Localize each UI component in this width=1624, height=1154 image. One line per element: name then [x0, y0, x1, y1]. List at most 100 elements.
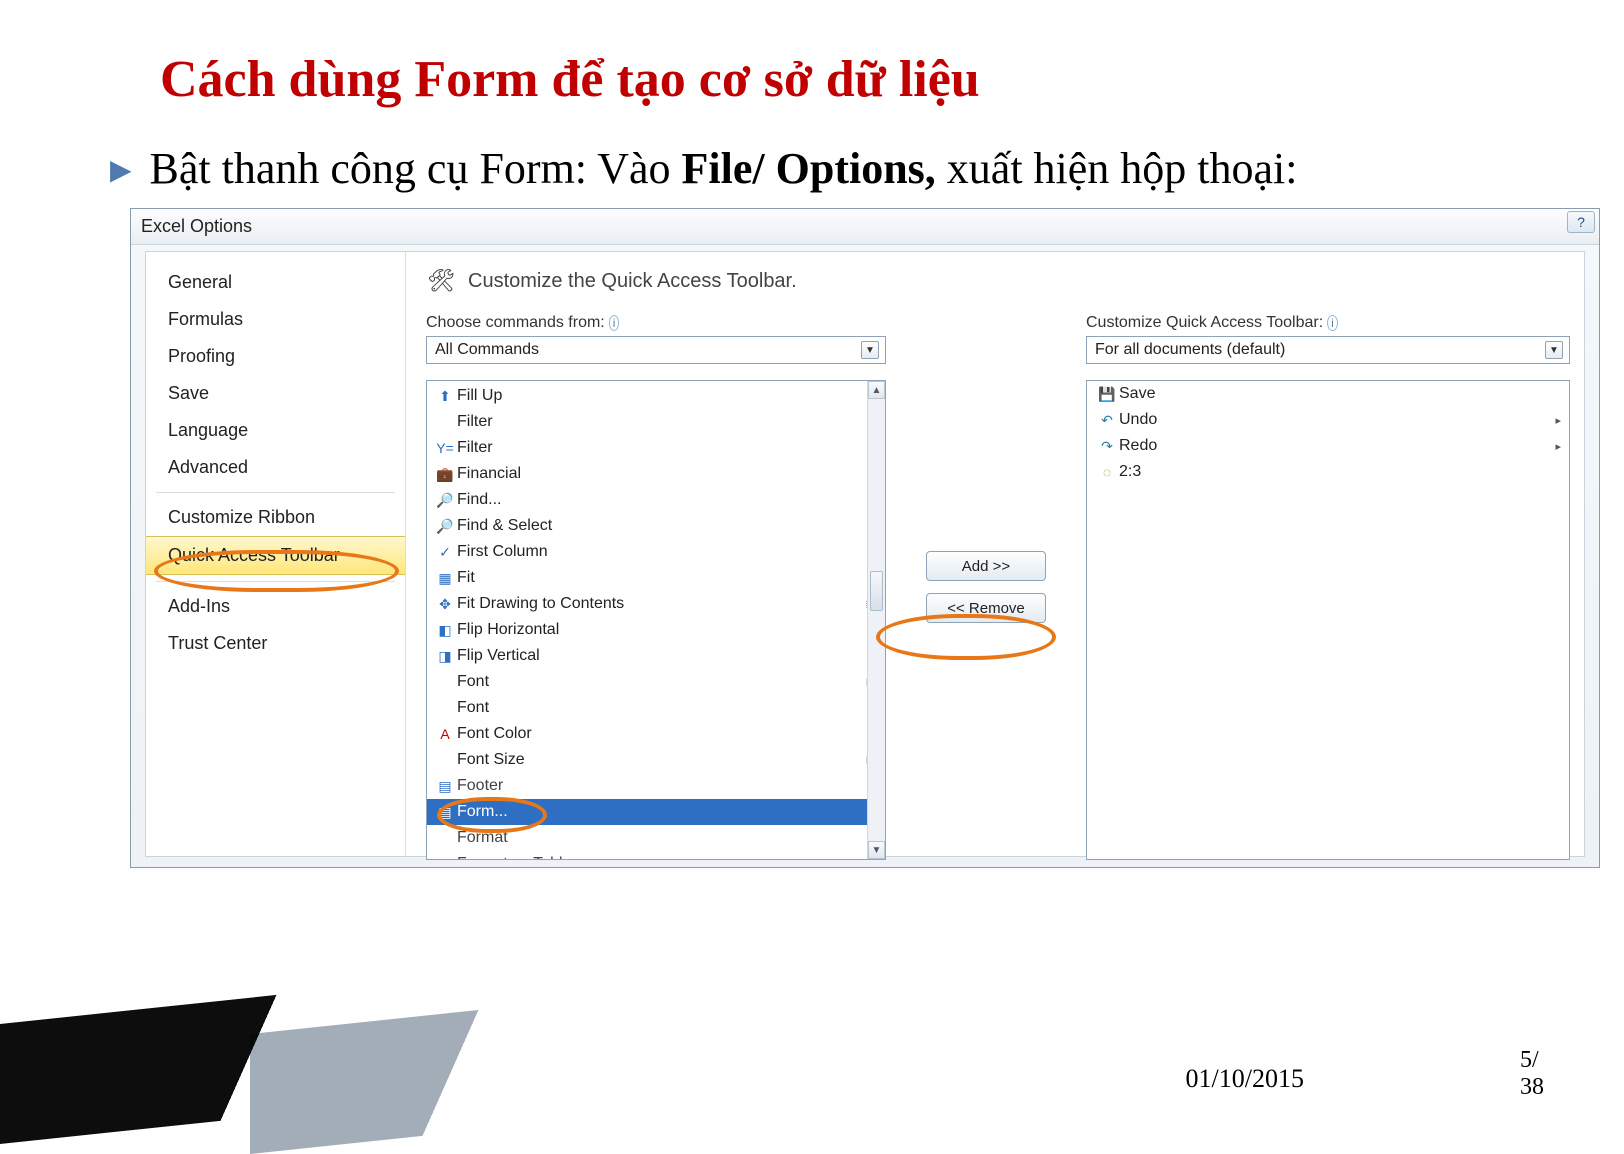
qat-item-label: Save — [1119, 385, 1561, 403]
bullet-triangle-icon: ▶ — [110, 153, 132, 186]
command-label: Find & Select — [457, 517, 861, 535]
command-icon: ▤ — [433, 804, 457, 821]
sidebar-item-language[interactable]: Language — [146, 412, 405, 449]
footer-page: 5/ 38 — [1520, 1047, 1544, 1100]
bullet-pre: Bật thanh công cụ Form: Vào — [150, 144, 682, 193]
qat-item[interactable]: ◌2:3 — [1087, 459, 1569, 485]
sidebar-item-save[interactable]: Save — [146, 375, 405, 412]
bullet-row: ▶ Bật thanh công cụ Form: Vào File/ Opti… — [110, 139, 1524, 198]
command-icon: ✥ — [433, 596, 457, 613]
options-sidebar: GeneralFormulasProofingSaveLanguageAdvan… — [146, 252, 406, 856]
sidebar-item-trust-center[interactable]: Trust Center — [146, 625, 405, 662]
command-icon: 🔎 — [433, 492, 457, 509]
qat-item[interactable]: ↶Undo▸ — [1087, 407, 1569, 433]
help-button[interactable]: ? — [1567, 211, 1595, 233]
command-item[interactable]: Font▾ — [427, 695, 885, 721]
scrollbar[interactable]: ▲ ▼ — [867, 381, 885, 859]
command-item[interactable]: ⬆Fill Up — [427, 383, 885, 409]
command-item[interactable]: 🔎Find... — [427, 487, 885, 513]
command-icon: ⬆ — [433, 388, 457, 405]
command-label: Find... — [457, 491, 861, 509]
scroll-up-icon[interactable]: ▲ — [868, 381, 885, 399]
qat-item-icon: 💾 — [1095, 386, 1119, 403]
customize-qat-dropdown[interactable]: For all documents (default) ▼ — [1086, 336, 1570, 364]
dialog-title: Excel Options — [131, 209, 1599, 245]
sidebar-item-customize-ribbon[interactable]: Customize Ribbon — [146, 499, 405, 536]
dialog-screenshot: Excel Options ? GeneralFormulasProofingS… — [130, 208, 1600, 868]
command-item[interactable]: ▤Form... — [427, 799, 885, 825]
qat-item-icon: ↷ — [1095, 438, 1119, 455]
chevron-down-icon: ▼ — [861, 341, 879, 359]
scroll-thumb[interactable] — [870, 571, 883, 611]
choose-commands-label: Choose commands from:i — [426, 314, 886, 332]
qat-item-icon: ◌ — [1095, 464, 1119, 480]
command-label: Font Size — [457, 751, 861, 769]
options-main: 🛠 Customize the Quick Access Toolbar. Ch… — [406, 252, 1584, 856]
command-item[interactable]: ✓First Column — [427, 539, 885, 565]
command-icon: ✓ — [433, 544, 457, 561]
command-item[interactable]: AFont Color▸ — [427, 721, 885, 747]
sidebar-item-proofing[interactable]: Proofing — [146, 338, 405, 375]
qat-listbox[interactable]: 💾Save↶Undo▸↷Redo▸◌2:3 — [1086, 380, 1570, 860]
sidebar-item-formulas[interactable]: Formulas — [146, 301, 405, 338]
sidebar-item-advanced[interactable]: Advanced — [146, 449, 405, 486]
qat-item-icon: ↶ — [1095, 412, 1119, 429]
command-item[interactable]: ◨Flip Vertical — [427, 643, 885, 669]
command-label: Filter — [457, 413, 861, 431]
command-icon: ▤ — [433, 778, 457, 795]
qat-item[interactable]: ↷Redo▸ — [1087, 433, 1569, 459]
decoration-slash — [0, 969, 520, 1144]
command-item[interactable]: Font SizeI▾ — [427, 747, 885, 773]
slide-title: Cách dùng Form để tạo cơ sở dữ liệu — [160, 50, 1524, 109]
command-label: Format as Table — [457, 855, 861, 860]
customize-qat-value: For all documents (default) — [1095, 341, 1285, 359]
command-label: Financial — [457, 465, 861, 483]
command-item[interactable]: Format▸ — [427, 825, 885, 851]
command-icon: 🔎 — [433, 518, 457, 535]
qat-item[interactable]: 💾Save — [1087, 381, 1569, 407]
command-label: Font Color — [457, 725, 861, 743]
command-label: Form... — [457, 803, 861, 821]
command-item[interactable]: ▦Fit — [427, 565, 885, 591]
command-item[interactable]: 🔎Find & Select▸ — [427, 513, 885, 539]
command-label: Font — [457, 673, 861, 691]
command-item[interactable]: ◧Flip Horizontal — [427, 617, 885, 643]
command-icon: 💼 — [433, 466, 457, 483]
scroll-down-icon[interactable]: ▼ — [868, 841, 885, 859]
command-label: Font — [457, 699, 861, 717]
sidebar-item-quick-access-toolbar[interactable]: Quick Access Toolbar — [146, 536, 405, 575]
command-item[interactable]: FontI▾ — [427, 669, 885, 695]
add-button[interactable]: Add >> — [926, 551, 1046, 581]
command-label: Format — [457, 829, 861, 847]
command-icon: ▦ — [433, 570, 457, 587]
command-label: Footer — [457, 777, 861, 795]
commands-listbox[interactable]: ⬆Fill UpFilter▾Y=Filter💼Financial▸🔎Find.… — [426, 380, 886, 860]
qat-item-label: Undo — [1119, 411, 1555, 429]
command-item[interactable]: Y=Filter — [427, 435, 885, 461]
command-item[interactable]: Filter▾ — [427, 409, 885, 435]
command-label: Fill Up — [457, 387, 861, 405]
command-icon: Y= — [433, 440, 457, 456]
command-label: Fit — [457, 569, 861, 587]
bullet-text: Bật thanh công cụ Form: Vào File/ Option… — [150, 139, 1298, 198]
submenu-arrow-icon: ▸ — [1555, 414, 1561, 427]
chevron-down-icon: ▼ — [1545, 341, 1563, 359]
main-heading: Customize the Quick Access Toolbar. — [468, 270, 797, 293]
footer-date: 01/10/2015 — [1186, 1064, 1304, 1094]
command-item[interactable]: 💼Financial▸ — [427, 461, 885, 487]
submenu-arrow-icon: ▸ — [1555, 440, 1561, 453]
command-item[interactable]: ▤Footer▸ — [427, 773, 885, 799]
choose-commands-dropdown[interactable]: All Commands ▼ — [426, 336, 886, 364]
bullet-bold: File/ Options, — [682, 144, 936, 193]
sidebar-item-general[interactable]: General — [146, 264, 405, 301]
command-label: First Column — [457, 543, 861, 561]
command-item[interactable]: ▦Format as Table — [427, 851, 885, 860]
command-item[interactable]: ✥Fit Drawing to Contents≣ — [427, 591, 885, 617]
command-icon: ◧ — [433, 622, 457, 639]
command-icon: A — [433, 726, 457, 742]
command-label: Filter — [457, 439, 861, 457]
command-icon: ◨ — [433, 648, 457, 665]
remove-button[interactable]: << Remove — [926, 593, 1046, 623]
sidebar-item-add-ins[interactable]: Add-Ins — [146, 588, 405, 625]
info-icon: i — [1327, 315, 1338, 331]
